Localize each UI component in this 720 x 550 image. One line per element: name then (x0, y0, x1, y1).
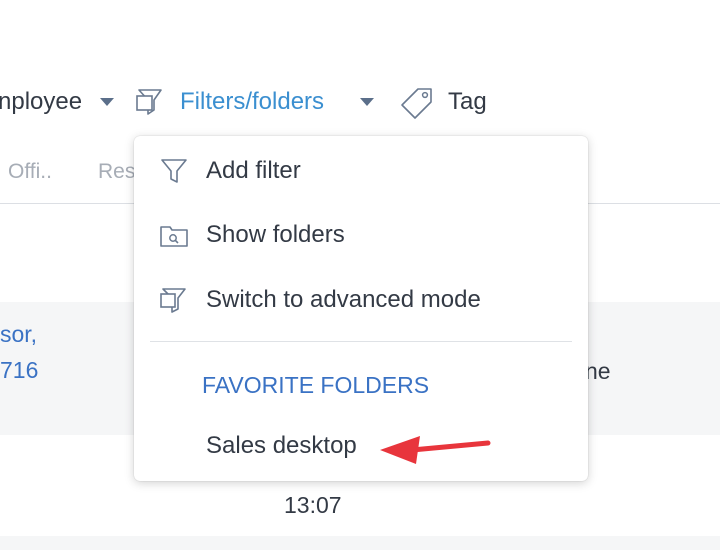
favorite-folders-heading: FAVORITE FOLDERS (202, 372, 430, 398)
menu-divider (150, 341, 572, 342)
annotation-arrow-icon (380, 436, 491, 464)
filters-folders-button[interactable]: Filters/folders (180, 87, 324, 117)
folder-search-icon (160, 226, 188, 247)
filter-folders-icon[interactable] (134, 84, 168, 118)
table-row[interactable] (0, 536, 720, 550)
funnel-icon (161, 159, 187, 183)
menu-item-label: Switch to advanced mode (206, 286, 481, 313)
row-link-line1[interactable]: sor, (0, 316, 37, 352)
row-cell-text: ne (585, 358, 611, 384)
filters-dropdown-menu: Add filter Show folders Switch to advanc… (134, 136, 588, 481)
favorite-folder-sales-desktop[interactable]: Sales desktop (206, 432, 357, 460)
employee-dropdown-caret-icon[interactable] (100, 98, 114, 106)
menu-item-label: Add filter (206, 157, 301, 184)
menu-item-show-folders[interactable]: Show folders (134, 210, 588, 260)
tag-button[interactable]: Tag (448, 87, 487, 117)
filter-folders-icon (160, 288, 186, 313)
row-time: 13:07 (284, 492, 342, 518)
menu-item-switch-advanced[interactable]: Switch to advanced mode (134, 275, 588, 325)
menu-item-label: Show folders (206, 221, 345, 248)
row-link-line2[interactable]: 716 (0, 352, 38, 388)
column-header-office[interactable]: Offi.. (8, 160, 52, 184)
tag-icon[interactable] (398, 84, 436, 122)
column-header-res[interactable]: Res (98, 160, 135, 184)
employee-filter-label[interactable]: nployee (0, 87, 82, 117)
filters-dropdown-caret-icon[interactable] (360, 98, 374, 106)
menu-item-add-filter[interactable]: Add filter (134, 146, 588, 196)
